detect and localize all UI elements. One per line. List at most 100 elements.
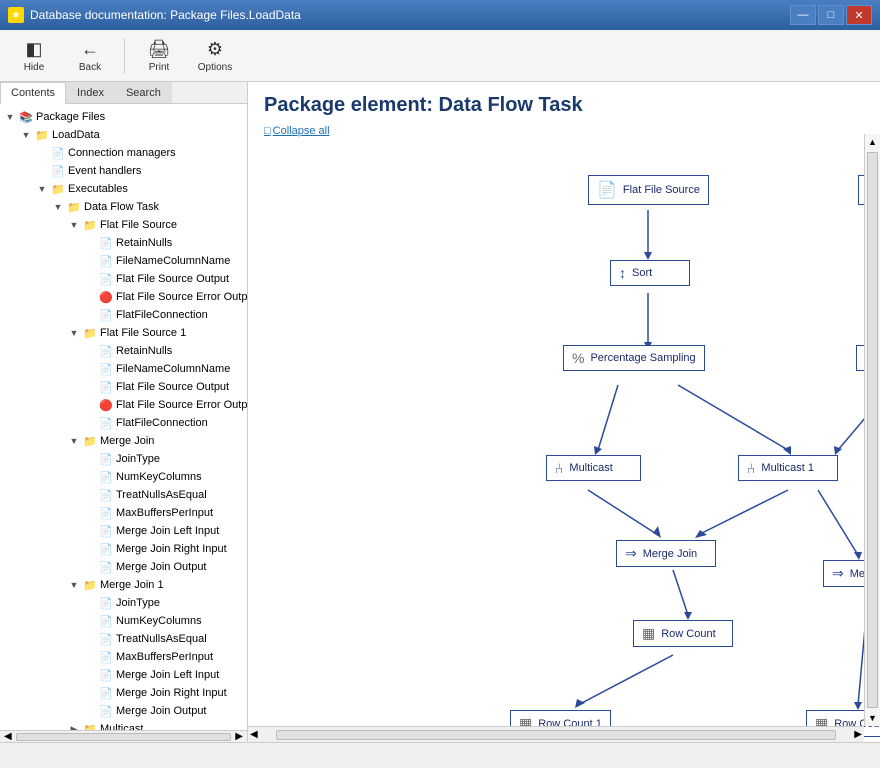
- minimize-button[interactable]: —: [790, 5, 816, 25]
- tree-label: MaxBuffersPerInput: [116, 507, 213, 519]
- tree-item-mj-output[interactable]: 📄 Merge Join Output: [0, 558, 247, 576]
- file-icon: 📄: [597, 180, 617, 200]
- options-button[interactable]: ⚙ Options: [189, 34, 241, 78]
- page-title: Package element: Data Flow Task: [264, 94, 864, 117]
- tree-item-ffs-source-output[interactable]: 📄 Flat File Source Output: [0, 378, 247, 396]
- spacer: [82, 487, 98, 503]
- tree-container[interactable]: ▼ 📚 Package Files ▼ 📁 LoadData 📄 Connect…: [0, 104, 247, 730]
- folder-icon: 📁: [82, 217, 98, 233]
- tree-item-merge-join-1[interactable]: ▼ 📁 Merge Join 1: [0, 576, 247, 594]
- window-controls[interactable]: — □ ✕: [790, 5, 872, 25]
- right-content: Package element: Data Flow Task □ Collap…: [248, 82, 880, 742]
- tree-item-flat-file-source[interactable]: ▼ 📁 Flat File Source: [0, 216, 247, 234]
- tree-item-mj-right[interactable]: 📄 Merge Join Right Input: [0, 540, 247, 558]
- tree-label: NumKeyColumns: [116, 615, 202, 627]
- spacer: [82, 271, 98, 287]
- page-icon: 📄: [98, 523, 114, 539]
- tree-item-data-flow-task[interactable]: ▼ 📁 Data Flow Task: [0, 198, 247, 216]
- folder-icon: 📁: [66, 199, 82, 215]
- horizontal-scrollbar[interactable]: [16, 733, 232, 741]
- node-flat-file-source[interactable]: 📄 Flat File Source: [588, 175, 709, 205]
- page-icon: 📄: [98, 667, 114, 683]
- tree-item-merge-join[interactable]: ▼ 📁 Merge Join: [0, 432, 247, 450]
- page-icon: 📄: [98, 649, 114, 665]
- scroll-right-btn[interactable]: ▶: [852, 729, 864, 740]
- tree-item-multicast[interactable]: ▶ 📁 Multicast: [0, 720, 247, 730]
- hide-button[interactable]: ◧ Hide: [8, 34, 60, 78]
- options-label: Options: [198, 62, 232, 73]
- scroll-down-btn[interactable]: ▼: [865, 710, 880, 726]
- tree-label: Merge Join Right Input: [116, 543, 227, 555]
- tree-item-treatnullsequal2[interactable]: 📄 TreatNullsAsEqual: [0, 630, 247, 648]
- tree-item-numkeycolumns2[interactable]: 📄 NumKeyColumns: [0, 612, 247, 630]
- page-icon: 📄: [98, 613, 114, 629]
- close-button[interactable]: ✕: [846, 5, 872, 25]
- scroll-right-btn[interactable]: ▶: [231, 731, 247, 742]
- vertical-scroll-thumb[interactable]: [867, 152, 878, 708]
- tree-item-loaddata[interactable]: ▼ 📁 LoadData: [0, 126, 247, 144]
- maximize-button[interactable]: □: [818, 5, 844, 25]
- spacer: [82, 595, 98, 611]
- tree-item-event-handlers[interactable]: 📄 Event handlers: [0, 162, 247, 180]
- page-icon: 📄: [98, 451, 114, 467]
- node-row-count[interactable]: ▦ Row Count: [633, 620, 733, 647]
- tab-contents[interactable]: Contents: [0, 82, 66, 104]
- page-icon: 📄: [98, 307, 114, 323]
- tree-item-maxbufferspinput2[interactable]: 📄 MaxBuffersPerInput: [0, 648, 247, 666]
- tree-item-numkeycolumns[interactable]: 📄 NumKeyColumns: [0, 468, 247, 486]
- scroll-up-btn[interactable]: ▲: [865, 134, 880, 150]
- tree-item-ffs-error[interactable]: 🔴 Flat File Source Error Output: [0, 288, 247, 306]
- node-percentage-sampling[interactable]: % Percentage Sampling: [563, 345, 705, 371]
- tree-item-executables[interactable]: ▼ 📁 Executables: [0, 180, 247, 198]
- tree-label: Executables: [68, 183, 128, 195]
- tab-index[interactable]: Index: [66, 82, 115, 103]
- node-merge-join[interactable]: ⇒ Merge Join: [616, 540, 716, 567]
- sort-icon: ↕: [619, 265, 626, 281]
- scroll-left-btn[interactable]: ◀: [248, 729, 260, 740]
- tree-item-flatfileconnection[interactable]: 📄 FlatFileConnection: [0, 306, 247, 324]
- tree-item-mj1-right[interactable]: 📄 Merge Join Right Input: [0, 684, 247, 702]
- page-icon: 📄: [98, 595, 114, 611]
- tree-item-jointype[interactable]: 📄 JoinType: [0, 450, 247, 468]
- spacer: [82, 469, 98, 485]
- left-scrollbar[interactable]: ◀ ▶: [0, 730, 247, 742]
- tree-item-mj-left[interactable]: 📄 Merge Join Left Input: [0, 522, 247, 540]
- tree-item-mj1-left[interactable]: 📄 Merge Join Left Input: [0, 666, 247, 684]
- right-scrollbar[interactable]: ▲ ▼: [864, 134, 880, 726]
- node-sort[interactable]: ↕ Sort: [610, 260, 690, 286]
- tree-label: Merge Join Left Input: [116, 669, 219, 681]
- tree-item-package-files[interactable]: ▼ 📚 Package Files: [0, 108, 247, 126]
- folder-icon: 📁: [50, 181, 66, 197]
- tree-item-filenamecolumnname[interactable]: 📄 FileNameColumnName: [0, 252, 247, 270]
- back-button[interactable]: ← Back: [64, 34, 116, 78]
- tree-item-maxbufferspinput[interactable]: 📄 MaxBuffersPerInput: [0, 504, 247, 522]
- book-icon: 📚: [18, 109, 34, 125]
- tree-item-retainnulls[interactable]: 📄 RetainNulls: [0, 234, 247, 252]
- node-multicast[interactable]: ⑃ Multicast: [546, 455, 641, 481]
- tree-item-filenamecolumnname2[interactable]: 📄 FileNameColumnName: [0, 360, 247, 378]
- scroll-left-btn[interactable]: ◀: [0, 731, 16, 742]
- tree-item-retainnulls2[interactable]: 📄 RetainNulls: [0, 342, 247, 360]
- tree-label: FlatFileConnection: [116, 309, 208, 321]
- collapse-all-button[interactable]: □ Collapse all: [264, 125, 864, 137]
- spacer: [82, 541, 98, 557]
- tree-item-ffs1[interactable]: ▼ 📁 Flat File Source 1: [0, 324, 247, 342]
- tree-label: LoadData: [52, 129, 100, 141]
- tree-item-ffs1-error[interactable]: 🔴 Flat File Source Error Output: [0, 396, 247, 414]
- tree-item-mj1-output[interactable]: 📄 Merge Join Output: [0, 702, 247, 720]
- tree-label: Merge Join: [100, 435, 154, 447]
- page-icon: 📄: [98, 271, 114, 287]
- print-button[interactable]: 🖨 Print: [133, 34, 185, 78]
- bottom-scrollbar[interactable]: ◀ ▶: [248, 726, 864, 742]
- tab-search[interactable]: Search: [115, 82, 172, 103]
- tree-item-ffs-output[interactable]: 📄 Flat File Source Output: [0, 270, 247, 288]
- horizontal-scroll-track[interactable]: [276, 730, 837, 740]
- tree-item-jointype2[interactable]: 📄 JoinType: [0, 594, 247, 612]
- tree-item-treatnullsequal[interactable]: 📄 TreatNullsAsEqual: [0, 486, 247, 504]
- node-multicast-1[interactable]: ⑃ Multicast 1: [738, 455, 838, 481]
- tree-label: Flat File Source Error Output: [116, 291, 247, 303]
- tree-item-connection-managers[interactable]: 📄 Connection managers: [0, 144, 247, 162]
- hide-icon: ◧: [25, 39, 42, 60]
- window-title: Database documentation: Package Files.Lo…: [30, 8, 301, 22]
- tree-item-flatfileconnection2[interactable]: 📄 FlatFileConnection: [0, 414, 247, 432]
